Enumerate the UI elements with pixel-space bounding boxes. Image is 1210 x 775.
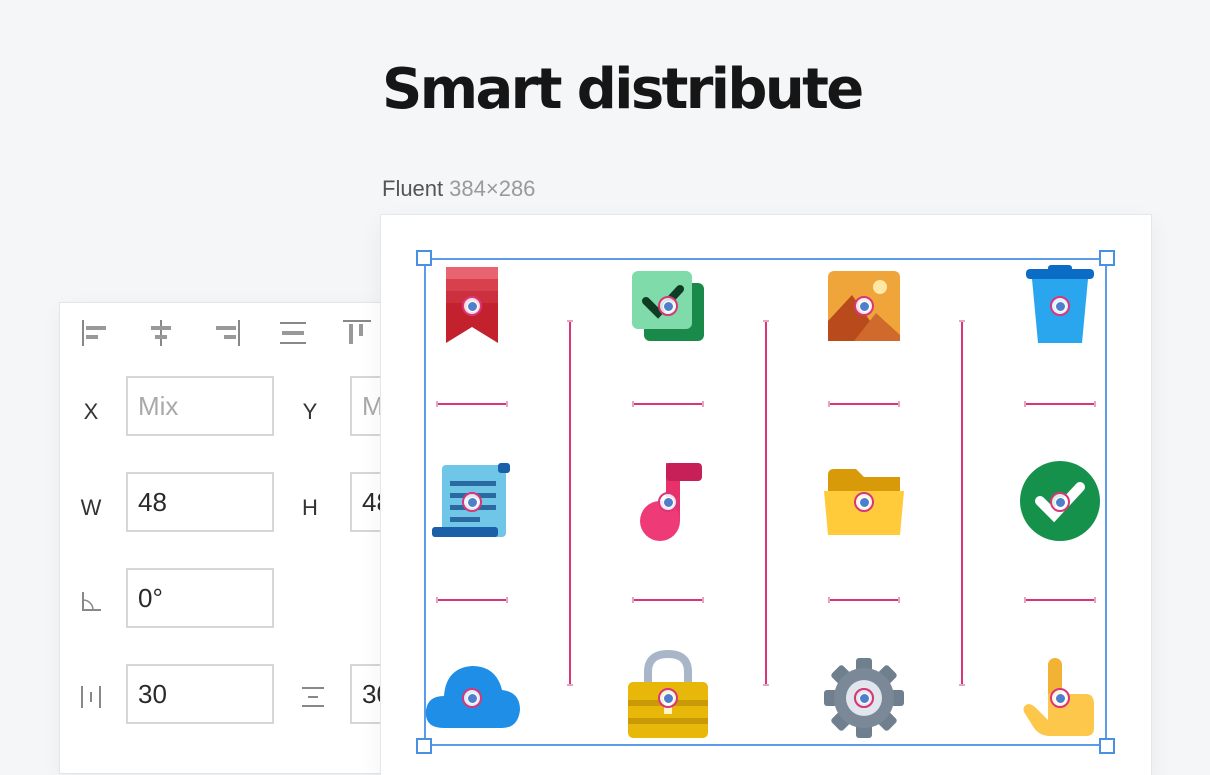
center-point-marker — [1050, 492, 1070, 512]
spacing-guide-horizontal — [436, 597, 508, 603]
resize-handle-bottom-right[interactable] — [1099, 738, 1115, 754]
center-point-marker — [658, 296, 678, 316]
w-input[interactable]: 48 — [126, 472, 274, 532]
frame-label: Fluent 384×286 — [382, 176, 535, 202]
spacing-guide-horizontal — [436, 401, 508, 407]
center-point-marker — [658, 688, 678, 708]
align-right-icon[interactable] — [212, 318, 242, 348]
align-top-icon[interactable] — [342, 318, 372, 348]
spacing-guide-horizontal — [828, 401, 900, 407]
page-title: Smart distribute — [382, 57, 864, 122]
align-middle-icon[interactable] — [278, 318, 308, 348]
alignment-toolbar — [60, 303, 400, 359]
spacing-guide-vertical — [763, 320, 769, 686]
center-point-marker — [462, 492, 482, 512]
center-point-marker — [854, 688, 874, 708]
frame-name: Fluent — [382, 176, 444, 201]
center-point-marker — [462, 688, 482, 708]
center-point-marker — [658, 492, 678, 512]
spacing-guide-horizontal — [632, 597, 704, 603]
align-center-icon[interactable] — [146, 318, 176, 348]
spacing-guide-horizontal — [632, 401, 704, 407]
vertical-spacing-icon — [302, 687, 324, 707]
horizontal-spacing-icon — [81, 686, 101, 708]
center-point-marker — [462, 296, 482, 316]
x-label: X — [83, 399, 99, 424]
resize-handle-top-left[interactable] — [416, 250, 432, 266]
y-label: Y — [302, 399, 318, 424]
resize-handle-top-right[interactable] — [1099, 250, 1115, 266]
center-point-marker — [1050, 688, 1070, 708]
spacing-guide-horizontal — [828, 597, 900, 603]
spacing-guide-horizontal — [1024, 401, 1096, 407]
rotation-icon — [82, 592, 101, 611]
rotation-input[interactable]: 0° — [126, 568, 274, 628]
spacing-guide-horizontal — [1024, 597, 1096, 603]
center-point-marker — [1050, 296, 1070, 316]
spacing-guide-vertical — [959, 320, 965, 686]
inspector-panel: X Mix Y M W 48 H 48 0° 30 30 — [60, 303, 498, 773]
align-left-icon[interactable] — [80, 318, 110, 348]
x-input[interactable]: Mix — [126, 376, 274, 436]
h-label: H — [302, 495, 318, 520]
w-label: W — [80, 495, 102, 520]
frame-size: 384×286 — [449, 176, 536, 201]
center-point-marker — [854, 492, 874, 512]
center-point-marker — [854, 296, 874, 316]
resize-handle-bottom-left[interactable] — [416, 738, 432, 754]
spacing-guide-vertical — [567, 320, 573, 686]
horizontal-spacing-input[interactable]: 30 — [126, 664, 274, 724]
